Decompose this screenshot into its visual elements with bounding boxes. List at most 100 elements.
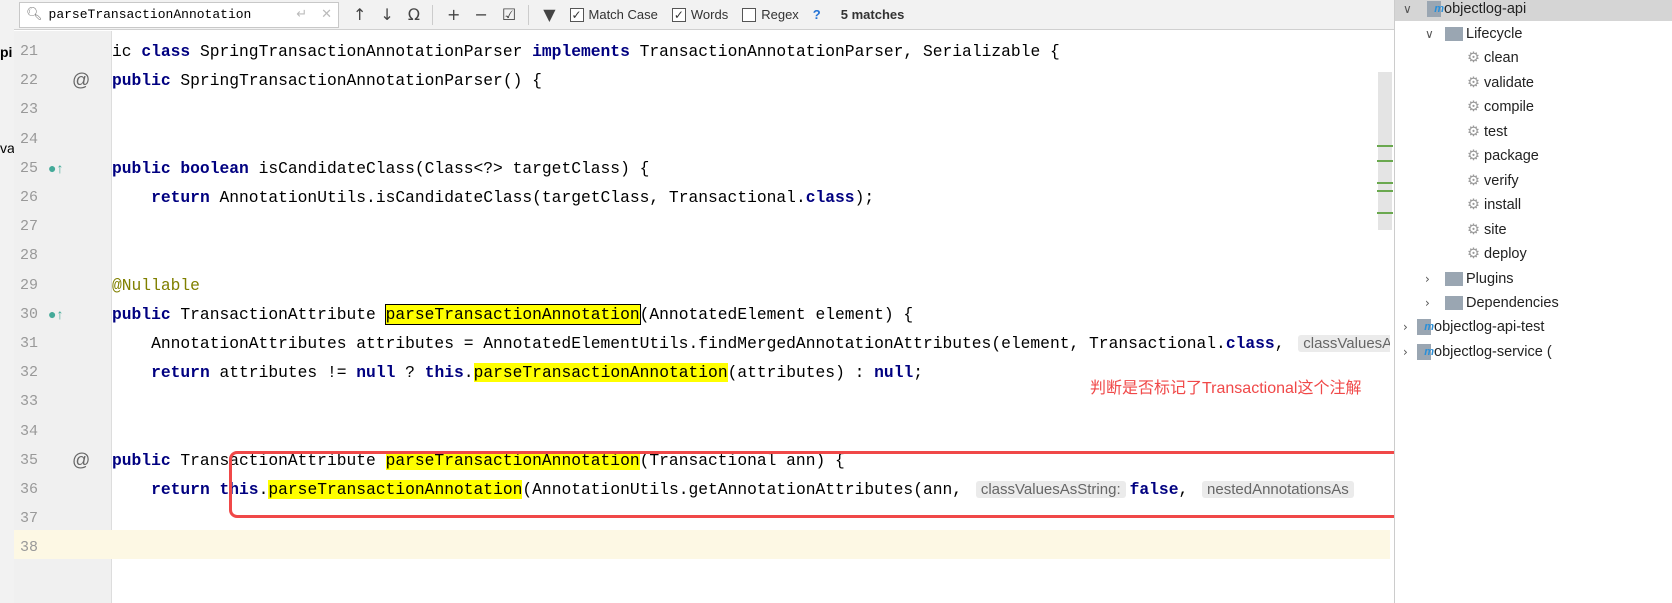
match-case-checkbox[interactable]: ✓ Match Case: [569, 7, 658, 22]
tree-label: validate: [1484, 74, 1534, 91]
dependencies-icon: [1445, 296, 1463, 310]
match-marker[interactable]: [1377, 145, 1393, 147]
code-token: TransactionAnnotationParser, Serializabl…: [629, 42, 1060, 61]
lifecycle-folder-icon: [1445, 27, 1463, 41]
plugins-folder-icon: [1445, 272, 1463, 286]
match-marker[interactable]: [1377, 190, 1393, 192]
code-token: SpringTransactionAnnotationParser() {: [170, 71, 542, 91]
module-icon: [1427, 0, 1444, 21]
code-line[interactable]: [112, 212, 1390, 241]
next-match-button[interactable]: ↓: [380, 5, 393, 24]
tree-label: Lifecycle: [1466, 26, 1523, 42]
code-line[interactable]: @Nullable: [112, 271, 1390, 300]
find-all-button[interactable]: Ω: [408, 5, 420, 24]
search-input[interactable]: 🔍︎ parseTransactionAnnotation ↵ ✕: [19, 1, 339, 28]
tree-item-goal[interactable]: ⚙ validate: [1467, 71, 1534, 95]
tree-item-goal[interactable]: ⚙ package: [1467, 144, 1539, 168]
match-marker[interactable]: [1377, 160, 1393, 162]
code-line[interactable]: [112, 95, 1390, 124]
select-all-occurrences-button[interactable]: ☑: [502, 5, 516, 24]
code-token: @Nullable: [112, 275, 200, 295]
clear-icon[interactable]: ✕: [321, 7, 332, 22]
gear-icon: ⚙: [1467, 246, 1480, 262]
add-selection-button[interactable]: +: [447, 5, 460, 24]
tree-item-root[interactable]: ∨ objectlog-api: [1395, 0, 1672, 21]
implementing-method-icon[interactable]: ●↑: [48, 154, 63, 183]
tree-item-goal[interactable]: ⚙ install: [1467, 193, 1521, 217]
override-icon[interactable]: @: [72, 66, 90, 95]
regex-checkbox[interactable]: Regex: [742, 7, 799, 22]
line-number: 36: [20, 481, 39, 498]
find-bar: 🔍︎ parseTransactionAnnotation ↵ ✕ ↑ ↓ Ω …: [14, 0, 1395, 30]
code-token: ?: [395, 363, 425, 383]
gear-icon: ⚙: [1467, 197, 1480, 213]
tree-label: objectlog-api-test: [1434, 319, 1545, 335]
line-number: 33: [20, 393, 39, 411]
code-line[interactable]: [112, 241, 1390, 270]
code-line[interactable]: public TransactionAttribute parseTransac…: [112, 300, 1390, 329]
match-count: 5 matches: [840, 7, 905, 22]
tree-label: package: [1484, 148, 1539, 164]
tree-item-module[interactable]: › objectlog-api-test: [1403, 315, 1544, 339]
implementing-method-icon[interactable]: ●↑: [48, 300, 63, 329]
tree-item-goal[interactable]: ⚙ verify: [1467, 169, 1519, 193]
gear-icon: ⚙: [1467, 221, 1480, 238]
tree-item-goal[interactable]: ⚙ deploy: [1467, 242, 1527, 266]
previous-match-button[interactable]: ↑: [353, 5, 366, 24]
line-number: 37: [20, 510, 39, 528]
code-line[interactable]: [112, 417, 1390, 446]
chevron-right-icon: ›: [1425, 296, 1430, 310]
code-line[interactable]: AnnotationAttributes attributes = Annota…: [112, 329, 1390, 358]
tree-label: objectlog-api: [1444, 1, 1527, 17]
tree-item-goal[interactable]: ⚙ site: [1467, 218, 1507, 242]
line-number: 22: [20, 72, 39, 90]
match-marker[interactable]: [1377, 182, 1393, 184]
tree-item-goal[interactable]: ⚙ clean: [1467, 46, 1519, 70]
tree-item-goal[interactable]: ⚙ compile: [1467, 95, 1534, 119]
tree-item-plugins[interactable]: › Plugins: [1425, 267, 1514, 291]
remove-selection-button[interactable]: −: [474, 5, 487, 24]
filter-icon[interactable]: ▼: [543, 5, 555, 24]
code-token: (AnnotatedElement element) {: [639, 304, 914, 324]
line-number: 29: [20, 276, 39, 294]
divider: [432, 4, 434, 25]
code-line[interactable]: [112, 533, 1390, 562]
override-icon[interactable]: @: [72, 446, 90, 475]
parameter-hint: classValuesAsString:: [1298, 335, 1390, 352]
regex-help-link[interactable]: ?: [813, 7, 821, 22]
code-token: public: [112, 304, 171, 324]
gear-icon: ⚙: [1467, 99, 1480, 115]
code-token: public: [112, 71, 171, 91]
tree-item-module[interactable]: › objectlog-service (: [1403, 340, 1552, 364]
tree-item-dependencies[interactable]: › Dependencies: [1425, 291, 1559, 315]
tree-label: site: [1484, 221, 1507, 238]
divider: [528, 4, 530, 25]
gear-icon: ⚙: [1467, 172, 1480, 189]
code-token: null: [356, 363, 396, 383]
words-checkbox[interactable]: ✓ Words: [671, 7, 729, 22]
tree-label: objectlog-service (: [1434, 344, 1552, 360]
enter-icon[interactable]: ↵: [296, 7, 307, 22]
code-token: public: [112, 450, 171, 470]
match-marker[interactable]: [1377, 212, 1393, 214]
code-line[interactable]: ic class SpringTransactionAnnotationPars…: [112, 37, 1390, 66]
line-number: 34: [20, 422, 39, 440]
words-label: Words: [690, 7, 729, 22]
code-line[interactable]: return AnnotationUtils.isCandidateClass(…: [112, 183, 1390, 212]
line-number: 24: [20, 130, 39, 148]
code-line[interactable]: [112, 125, 1390, 154]
gear-icon: ⚙: [1467, 74, 1480, 91]
module-icon: [1417, 315, 1434, 339]
left-panel-text: pi: [0, 44, 13, 60]
code-line[interactable]: public SpringTransactionAnnotationParser…: [112, 66, 1390, 95]
checkbox-icon: [742, 7, 757, 22]
editor-scrollbar[interactable]: [1378, 72, 1392, 230]
left-panel-text: va: [0, 140, 15, 156]
search-icon: 🔍︎: [26, 7, 43, 22]
tree-item-goal[interactable]: ⚙ test: [1467, 120, 1507, 144]
tree-item-lifecycle[interactable]: ∨ Lifecycle: [1425, 22, 1522, 46]
code-line[interactable]: public boolean isCandidateClass(Class<?>…: [112, 154, 1390, 183]
match-case-label: Match Case: [588, 7, 658, 22]
